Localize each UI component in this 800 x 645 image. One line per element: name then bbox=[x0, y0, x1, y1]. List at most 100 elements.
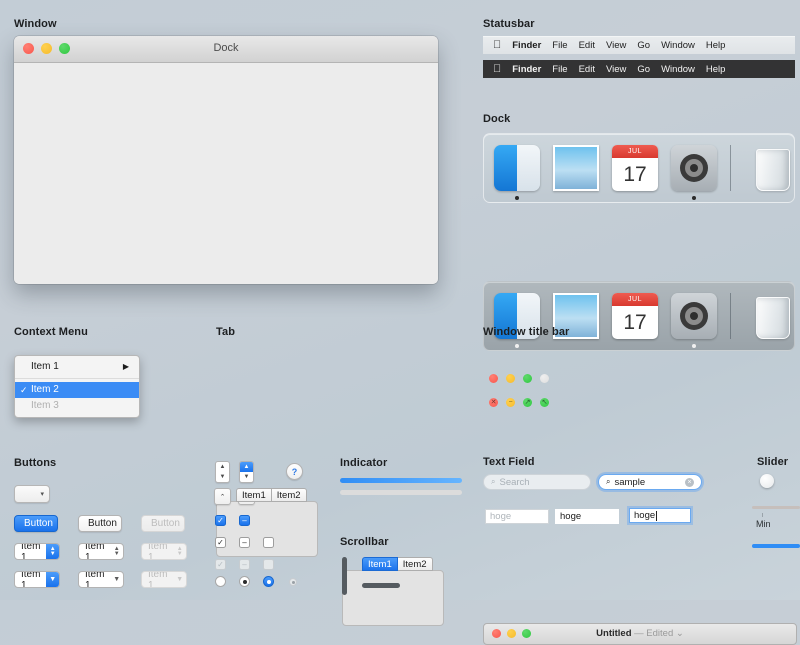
window-titlebar[interactable]: Dock bbox=[14, 36, 438, 63]
small-dropdown-button[interactable]: ▾ bbox=[14, 485, 50, 503]
dock-item-calendar[interactable]: JUL 17 bbox=[612, 293, 658, 339]
help-button[interactable]: ? bbox=[286, 463, 303, 480]
dock-item-system-preferences[interactable] bbox=[671, 145, 717, 200]
sample-window[interactable]: Dock bbox=[14, 36, 438, 284]
dock-item-system-preferences[interactable] bbox=[671, 293, 717, 348]
minimize-icon[interactable]: − bbox=[506, 398, 515, 407]
stepper-field-default[interactable]: Item 1 ▲ ▼ bbox=[78, 543, 124, 560]
search-field-empty[interactable]: ⌕ Search bbox=[483, 474, 591, 490]
stepper-arrows-icon[interactable]: ▲ ▼ bbox=[46, 544, 59, 559]
checkbox-empty[interactable] bbox=[263, 537, 274, 548]
context-menu-item-label: Item 2 bbox=[31, 384, 59, 395]
text-field-filled[interactable]: hoge bbox=[555, 509, 619, 524]
menubar-light[interactable]:  Finder File Edit View Go Window Help bbox=[483, 36, 795, 54]
chevron-down-icon[interactable]: ⌄ bbox=[676, 628, 684, 639]
dock-item-trash[interactable] bbox=[750, 145, 796, 191]
titlebar-dash: — bbox=[634, 628, 644, 639]
radio-selected-blue[interactable] bbox=[263, 576, 274, 587]
dock-item-mail[interactable] bbox=[553, 145, 599, 191]
text-field-placeholder[interactable]: hoge bbox=[485, 509, 549, 524]
up-button[interactable]: ⌃ bbox=[214, 488, 231, 505]
stepper-up-icon[interactable]: ▲ bbox=[216, 462, 229, 472]
menubar-item-finder[interactable]: Finder bbox=[512, 64, 541, 75]
stepper-arrows-icon[interactable]: ▲ ▼ bbox=[110, 544, 123, 559]
slider-knob[interactable] bbox=[760, 474, 774, 488]
scrollbar-horizontal-thumb[interactable] bbox=[362, 583, 400, 588]
chevron-down-icon[interactable]: ▼ bbox=[46, 572, 59, 587]
button-default[interactable]: Button bbox=[78, 515, 122, 532]
tab-item1[interactable]: Item1 bbox=[362, 557, 398, 571]
tabview-active[interactable]: Item1 Item2 bbox=[342, 557, 444, 626]
stepper-value: Item 1 bbox=[148, 543, 168, 560]
menubar-item-view[interactable]: View bbox=[606, 64, 626, 75]
tab-panel bbox=[342, 570, 444, 626]
checkbox-checked-blue[interactable]: ✓ bbox=[215, 515, 226, 526]
scrollbar-vertical-thumb[interactable] bbox=[342, 557, 347, 595]
calendar-month: JUL bbox=[612, 293, 658, 306]
slider-filled-track[interactable] bbox=[752, 544, 800, 548]
search-input[interactable]: sample bbox=[614, 477, 645, 488]
dock-light[interactable]: JUL 17 bbox=[483, 133, 795, 203]
button-primary[interactable]: Button bbox=[14, 515, 58, 532]
dock-item-calendar[interactable]: JUL 17 bbox=[612, 145, 658, 191]
menubar-item-file[interactable]: File bbox=[552, 40, 567, 51]
menubar-item-help[interactable]: Help bbox=[706, 40, 726, 51]
traffic-lights-hover[interactable]: ✕ − ↗ ↖ bbox=[489, 398, 549, 407]
trash-icon bbox=[750, 145, 796, 191]
apple-logo-icon[interactable]:  bbox=[493, 40, 501, 51]
popup-button-default[interactable]: Item 1 ▼ bbox=[78, 571, 124, 588]
close-icon[interactable] bbox=[489, 374, 498, 383]
context-menu-item-2[interactable]: ✓ Item 2 bbox=[15, 382, 139, 398]
tab-item1[interactable]: Item1 bbox=[236, 488, 272, 502]
checkbox-mixed-blue[interactable]: – bbox=[239, 515, 250, 526]
tab-strip[interactable]: Item1 Item2 bbox=[236, 488, 318, 502]
menubar-item-go[interactable]: Go bbox=[637, 64, 650, 75]
zoom-icon[interactable] bbox=[523, 374, 532, 383]
stepper-standalone[interactable]: ▲ ▼ bbox=[215, 461, 230, 483]
radio-selected[interactable] bbox=[239, 576, 250, 587]
tab-strip[interactable]: Item1 Item2 bbox=[362, 557, 444, 571]
chevron-down-icon[interactable]: ▼ bbox=[110, 572, 123, 587]
context-menu-item-label: Item 3 bbox=[31, 400, 59, 411]
traffic-lights-plain[interactable] bbox=[489, 374, 549, 383]
close-icon[interactable]: ✕ bbox=[489, 398, 498, 407]
search-icon: ⌕ bbox=[606, 477, 611, 486]
checkbox-checked[interactable]: ✓ bbox=[215, 537, 226, 548]
slider-track[interactable] bbox=[752, 506, 800, 509]
radio-empty[interactable] bbox=[215, 576, 226, 587]
text-field-focused[interactable]: hoge bbox=[629, 508, 691, 523]
titlebar-sample[interactable]: Untitled — Edited ⌄ bbox=[483, 623, 797, 645]
menubar-item-edit[interactable]: Edit bbox=[579, 40, 595, 51]
search-field-focused[interactable]: ⌕ sample × bbox=[598, 474, 702, 490]
checkbox-mixed[interactable]: – bbox=[239, 537, 250, 548]
stepper-standalone-active[interactable]: ▲ ▼ bbox=[239, 461, 254, 483]
dock-dark[interactable]: JUL 17 bbox=[483, 281, 795, 351]
running-indicator bbox=[515, 344, 519, 348]
stepper-down-icon[interactable]: ▼ bbox=[216, 472, 229, 482]
tab-item2[interactable]: Item2 bbox=[271, 488, 307, 502]
stepper-up-icon[interactable]: ▲ bbox=[240, 462, 253, 472]
menubar-item-help[interactable]: Help bbox=[706, 64, 726, 75]
zoom-icon[interactable]: ↗ bbox=[523, 398, 532, 407]
menubar-item-view[interactable]: View bbox=[606, 40, 626, 51]
stepper-down-icon[interactable]: ▼ bbox=[240, 472, 253, 482]
menubar-item-go[interactable]: Go bbox=[637, 40, 650, 51]
popup-button-primary[interactable]: Item 1 ▼ bbox=[14, 571, 60, 588]
dock-item-finder[interactable] bbox=[494, 145, 540, 200]
menubar-item-edit[interactable]: Edit bbox=[579, 64, 595, 75]
minimize-icon[interactable] bbox=[506, 374, 515, 383]
menubar-item-window[interactable]: Window bbox=[661, 40, 695, 51]
context-menu-item-1[interactable]: Item 1 ▶ bbox=[15, 359, 139, 375]
menubar-item-window[interactable]: Window bbox=[661, 64, 695, 75]
tab-item2[interactable]: Item2 bbox=[397, 557, 433, 571]
menubar-dark[interactable]:  Finder File Edit View Go Window Help bbox=[483, 60, 795, 78]
apple-logo-icon[interactable]:  bbox=[493, 63, 501, 75]
submenu-arrow-icon: ▶ bbox=[122, 362, 129, 371]
menubar-item-finder[interactable]: Finder bbox=[512, 40, 541, 51]
context-menu[interactable]: Item 1 ▶ ✓ Item 2 Item 3 bbox=[14, 355, 140, 418]
stepper-field-primary[interactable]: Item 1 ▲ ▼ bbox=[14, 543, 60, 560]
fullscreen-icon[interactable]: ↖ bbox=[540, 398, 549, 407]
clear-icon[interactable]: × bbox=[685, 477, 694, 487]
dock-item-trash[interactable] bbox=[750, 293, 796, 339]
menubar-item-file[interactable]: File bbox=[552, 64, 567, 75]
